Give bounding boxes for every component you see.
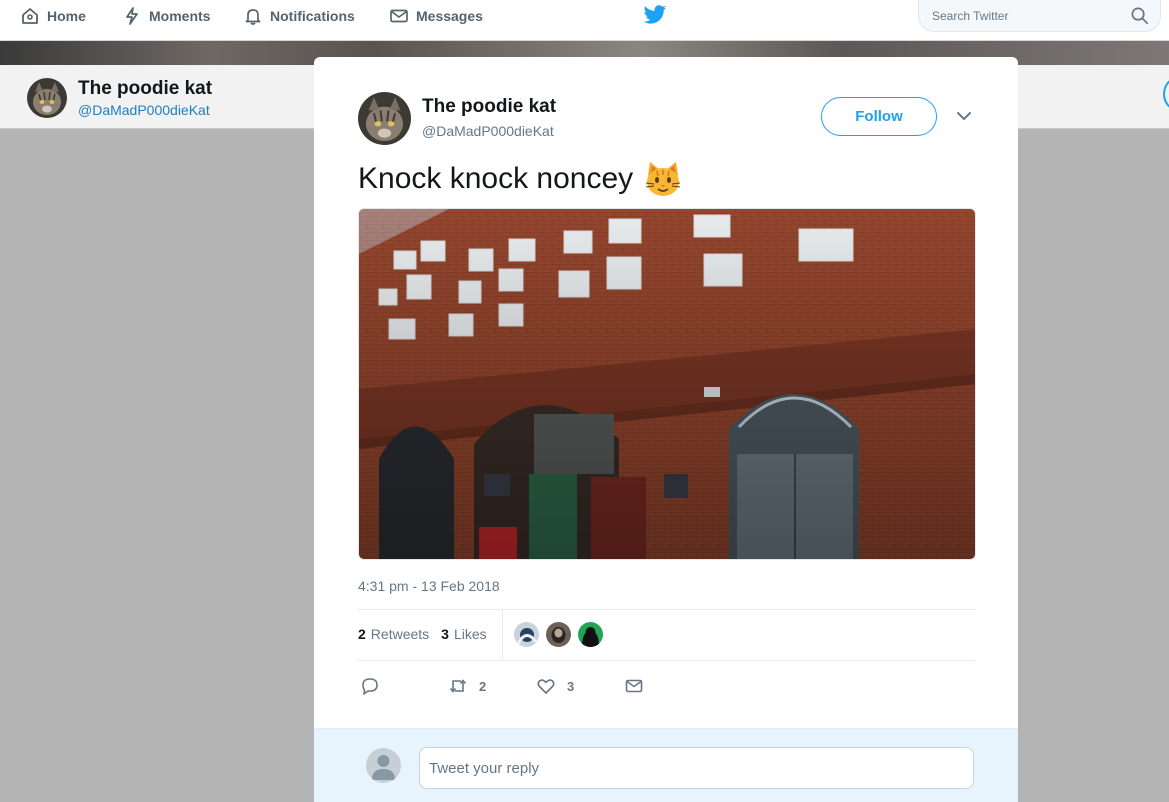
top-navigation: Home Moments Notifications Messages	[0, 0, 1169, 41]
heart-icon	[537, 679, 555, 694]
nav-moments[interactable]: Moments	[122, 0, 210, 32]
stats-separator	[502, 609, 503, 660]
like-action[interactable]: 3	[536, 676, 574, 696]
chevron-down-icon[interactable]	[955, 109, 973, 123]
avatar[interactable]	[27, 78, 67, 118]
search-input[interactable]	[932, 9, 1112, 23]
liker-avatar[interactable]	[546, 622, 571, 647]
profile-handle[interactable]: @DaMadP000dieKat	[78, 102, 210, 118]
nav-messages[interactable]: Messages	[389, 0, 483, 32]
liker-avatars	[514, 622, 603, 647]
search-icon[interactable]	[1130, 6, 1149, 25]
user-avatar[interactable]	[366, 748, 401, 783]
stats-divider-top	[358, 609, 975, 610]
follow-button[interactable]: Follow	[821, 97, 937, 136]
nav-home[interactable]: Home	[20, 0, 86, 32]
nav-home-label: Home	[47, 8, 86, 24]
lightning-icon	[126, 7, 138, 25]
retweets-stat[interactable]: 2 Retweets	[358, 626, 429, 642]
twitter-bird-icon[interactable]	[643, 5, 667, 25]
tweet-author-name[interactable]: The poodie kat	[422, 96, 556, 118]
tweet-author-handle[interactable]: @DaMadP000dieKat	[422, 123, 554, 139]
likes-label: Likes	[453, 626, 487, 642]
reply-action[interactable]	[360, 676, 380, 696]
retweets-count: 2	[358, 626, 366, 642]
reply-input[interactable]	[419, 747, 974, 789]
search-box[interactable]	[918, 0, 1161, 32]
retweet-icon	[449, 679, 467, 693]
nav-messages-label: Messages	[416, 8, 483, 24]
cat-photo	[27, 78, 67, 118]
tweet-avatar[interactable]	[358, 92, 411, 145]
tweet-text: Knock knock noncey	[358, 159, 683, 199]
tweet-text-content: Knock knock noncey	[358, 162, 634, 195]
retweet-action-count: 2	[479, 678, 487, 694]
likes-count: 3	[441, 626, 449, 642]
tweet-timestamp[interactable]: 4:31 pm - 13 Feb 2018	[358, 578, 500, 594]
profile-name[interactable]: The poodie kat	[78, 78, 212, 100]
direct-message-action[interactable]	[624, 676, 644, 696]
likes-stat[interactable]: 3 Likes	[441, 626, 486, 642]
nav-moments-label: Moments	[149, 8, 211, 24]
cat-photo	[358, 92, 411, 145]
like-action-count: 3	[567, 678, 575, 694]
building-photo	[359, 209, 975, 559]
liker-avatar[interactable]	[578, 622, 603, 647]
tweet-photo[interactable]	[358, 208, 976, 560]
retweets-label: Retweets	[370, 626, 430, 642]
bell-icon	[245, 9, 261, 25]
nav-notifications[interactable]: Notifications	[243, 0, 355, 32]
liker-avatar[interactable]	[514, 622, 539, 647]
reply-area	[314, 728, 1018, 802]
reply-icon	[362, 678, 378, 695]
nav-notifications-label: Notifications	[270, 8, 355, 24]
envelope-icon	[390, 9, 408, 23]
default-user-icon	[372, 755, 395, 780]
retweet-action[interactable]: 2	[448, 676, 486, 696]
tweet-stats: 2 Retweets 3 Likes	[358, 626, 487, 642]
cat-face-emoji-icon	[646, 162, 681, 196]
home-icon	[22, 8, 38, 24]
tweet-modal: The poodie kat @DaMadP000dieKat Follow K…	[314, 57, 1018, 802]
envelope-icon	[625, 679, 643, 693]
stats-divider-bottom	[358, 660, 975, 661]
